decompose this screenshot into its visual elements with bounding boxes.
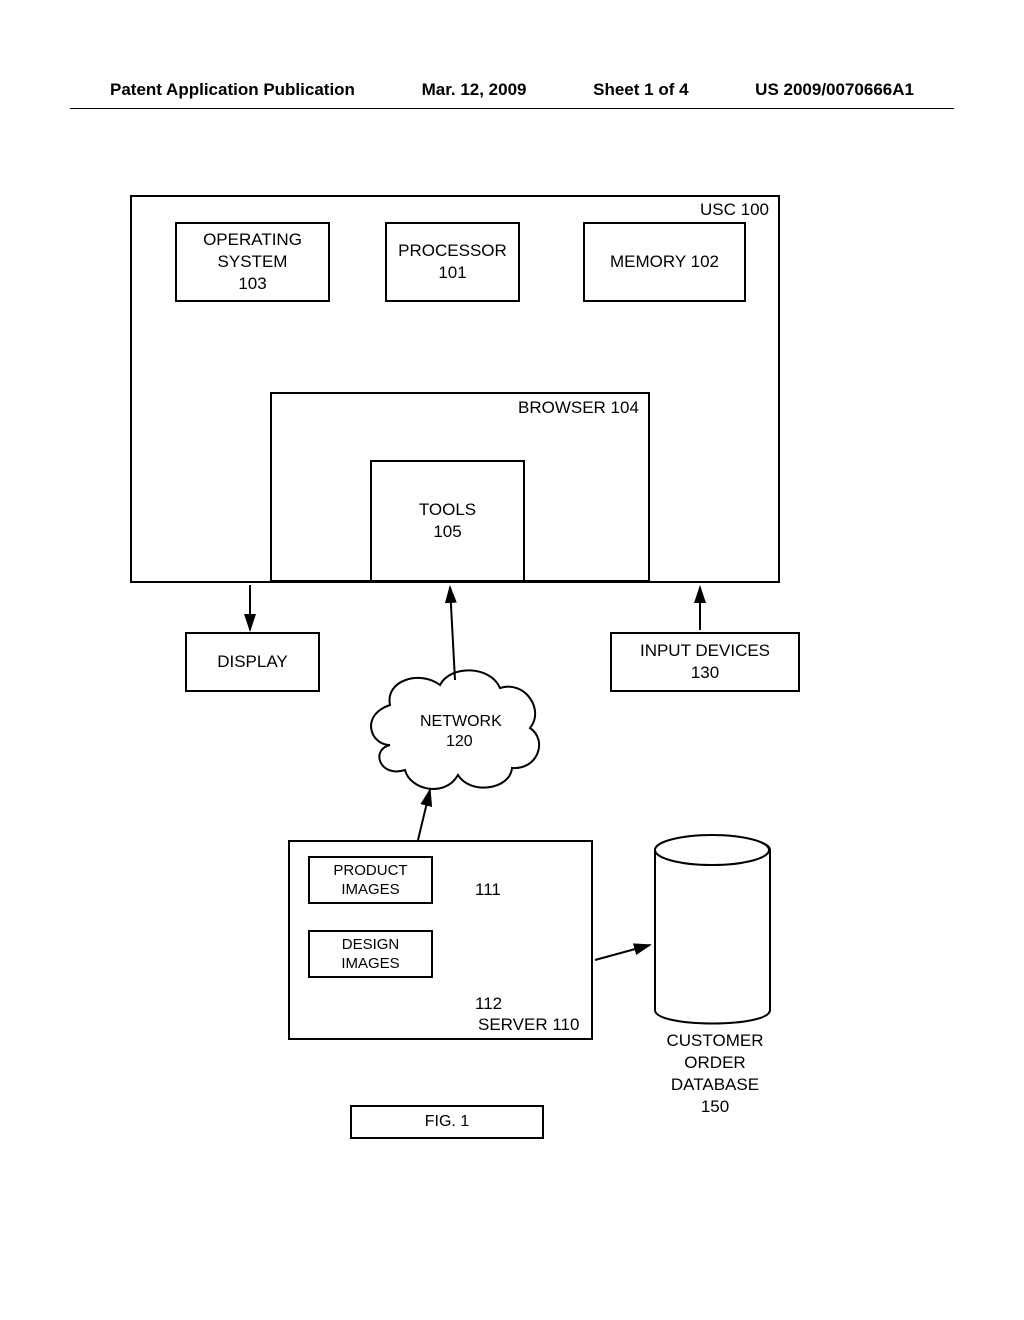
network-l2: 120 (446, 733, 473, 751)
product-l1: PRODUCT (333, 861, 407, 881)
design-l2: IMAGES (341, 954, 399, 974)
db-caption: CUSTOMER ORDER DATABASE 150 (640, 1030, 790, 1118)
design-ref: 112 (475, 994, 502, 1014)
db-l3: 150 (640, 1096, 790, 1118)
network-l1: NETWORK (420, 713, 502, 731)
design-l1: DESIGN (342, 935, 400, 955)
database-cylinder (655, 835, 770, 1024)
arrow-network-tools (450, 587, 455, 680)
product-images-box: PRODUCT IMAGES (308, 856, 433, 904)
db-l2: DATABASE (640, 1074, 790, 1096)
product-ref: 111 (475, 880, 501, 900)
product-l2: IMAGES (341, 880, 399, 900)
design-images-box: DESIGN IMAGES (308, 930, 433, 978)
server-label: SERVER 110 (478, 1015, 579, 1035)
figure-label: FIG. 1 (350, 1105, 544, 1139)
arrow-server-network (418, 790, 430, 840)
arrow-server-db (595, 945, 650, 960)
db-l1: CUSTOMER ORDER (640, 1030, 790, 1074)
